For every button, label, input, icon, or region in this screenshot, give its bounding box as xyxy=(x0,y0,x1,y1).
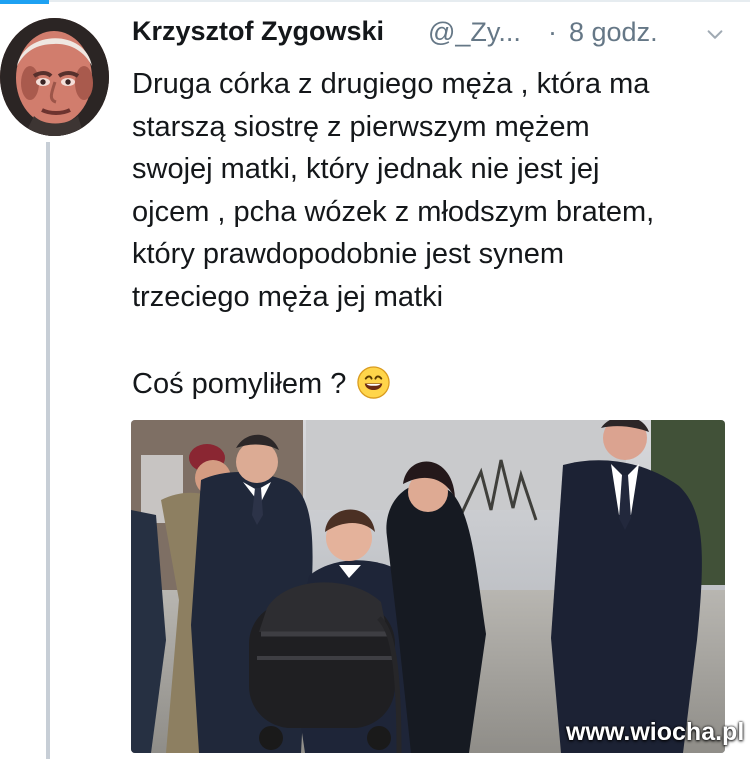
tweet-card[interactable]: Krzysztof Zygowski @_Zy... · 8 godz. Dru… xyxy=(0,0,750,759)
chevron-down-icon xyxy=(707,30,723,39)
tweet-header: Krzysztof Zygowski @_Zy... · 8 godz. xyxy=(132,15,732,51)
tweet-text-line: Druga córka z drugiego męża , która ma xyxy=(132,68,650,100)
avatar[interactable] xyxy=(0,18,109,136)
avatar-image xyxy=(0,18,109,136)
question-text: Coś pomyliłem ? xyxy=(132,368,347,400)
thread-line xyxy=(46,142,50,759)
tweet-text-line: starszą siostrę z pierwszym mężem xyxy=(132,110,590,143)
tweet-text-line: trzeciego męża jej matki xyxy=(132,280,444,313)
timestamp-separator: · xyxy=(548,17,557,47)
tweet-text-line: który prawdopodobnie jest synem xyxy=(132,238,565,270)
tweet-text-line: swojej matki, który jednak nie jest jej xyxy=(132,153,600,185)
tweet-question: Coś pomyliłem ? xyxy=(132,362,727,406)
timestamp[interactable]: 8 godz. xyxy=(569,17,658,48)
tweet-text-line: ojcem , pcha wózek z młodszym bratem, xyxy=(132,195,655,228)
tweet-photo[interactable] xyxy=(131,420,725,753)
tweet-menu-button[interactable] xyxy=(698,18,732,52)
smiling-face-emoji-icon xyxy=(356,365,391,400)
user-handle[interactable]: @_Zy... xyxy=(428,17,521,48)
display-name[interactable]: Krzysztof Zygowski xyxy=(132,16,384,47)
tweet-text: Druga córka z drugiego męża , która ma s… xyxy=(132,63,727,318)
wiocha-watermark: www.wiocha.pl xyxy=(566,718,745,746)
